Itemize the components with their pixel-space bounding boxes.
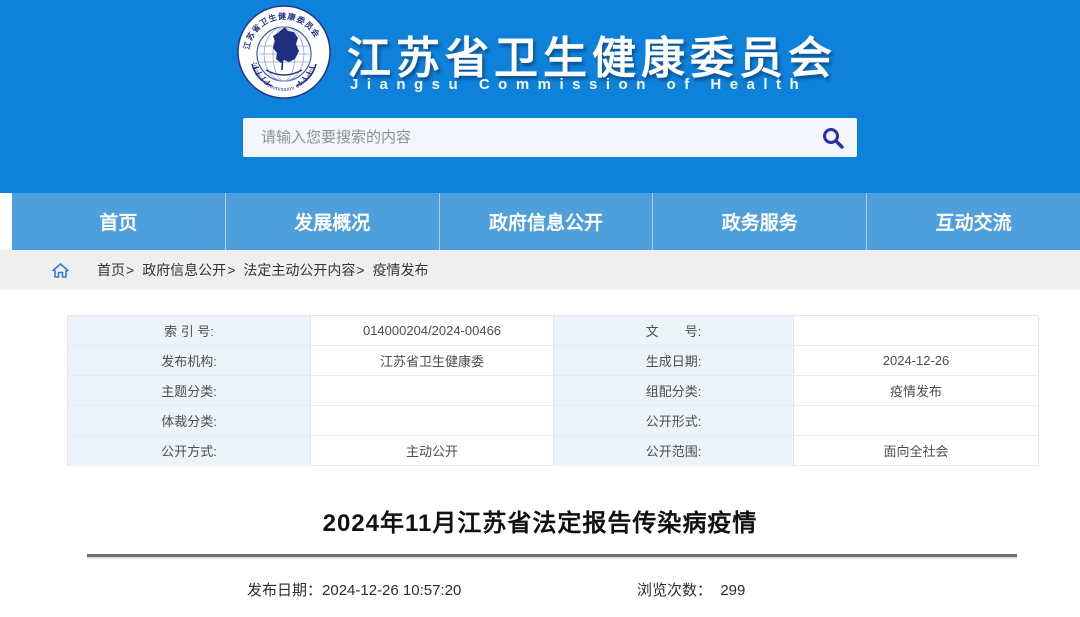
meta-label-gen-date: 生成日期: (554, 346, 794, 376)
meta-value-index-no: 014000204/2024-00466 (311, 316, 554, 346)
publish-date-value: 2024-12-26 10:57:20 (322, 582, 461, 599)
meta-value-open-method: 主动公开 (311, 436, 554, 466)
meta-label-open-scope: 公开范围: (554, 436, 794, 466)
meta-value-genre-class (311, 406, 554, 436)
publish-date: 发布日期：2024-12-26 10:57:20 (247, 579, 461, 600)
search-button[interactable] (809, 118, 857, 157)
document-meta-table: 索 引 号: 014000204/2024-00466 文 号: 发布机构: 江… (67, 315, 1038, 466)
site-logo-emblem-icon[interactable]: 江苏省卫生健康委员会 Jiangsu Commission of Health (236, 4, 332, 100)
title-divider (87, 554, 1017, 557)
meta-value-open-scope: 面向全社会 (794, 436, 1039, 466)
meta-value-doc-no (794, 316, 1039, 346)
nav-item-gov-info[interactable]: 政府信息公开 (439, 193, 653, 250)
site-subtitle: Jiangsu Commission of Health (350, 76, 807, 93)
nav-item-interaction[interactable]: 互动交流 (866, 193, 1080, 250)
nav-item-services[interactable]: 政务服务 (652, 193, 866, 250)
nav-item-overview[interactable]: 发展概况 (225, 193, 439, 250)
breadcrumb-item-gov-info[interactable]: 政府信息公开 (142, 260, 226, 280)
breadcrumb-item-epidemic[interactable]: 疫情发布 (373, 260, 429, 280)
meta-label-topic-class: 主题分类: (68, 376, 311, 406)
view-count-value: 299 (720, 582, 745, 599)
meta-label-publisher: 发布机构: (68, 346, 311, 376)
meta-label-open-form: 公开形式: (554, 406, 794, 436)
breadcrumb-separator: > (126, 262, 134, 278)
breadcrumb-item-home[interactable]: 首页 (97, 260, 125, 280)
article-meta-row: 发布日期：2024-12-26 10:57:20 浏览次数： 299 (0, 579, 1080, 601)
main-nav: 首页 发展概况 政府信息公开 政务服务 互动交流 (12, 193, 1080, 250)
breadcrumb-separator: > (227, 262, 235, 278)
meta-value-topic-class (311, 376, 554, 406)
breadcrumb-item-statutory[interactable]: 法定主动公开内容 (243, 260, 355, 280)
breadcrumb-separator: > (356, 262, 364, 278)
meta-value-gen-date: 2024-12-26 (794, 346, 1039, 376)
nav-item-home[interactable]: 首页 (12, 193, 225, 250)
publish-date-label: 发布日期： (247, 582, 322, 599)
meta-label-open-method: 公开方式: (68, 436, 311, 466)
meta-value-publisher: 江苏省卫生健康委 (311, 346, 554, 376)
meta-value-open-form (794, 406, 1039, 436)
article-title: 2024年11月江苏省法定报告传染病疫情 (0, 503, 1080, 538)
search-bar (243, 118, 857, 157)
view-count: 浏览次数： 299 (637, 579, 745, 600)
meta-value-group-class: 疫情发布 (794, 376, 1039, 406)
site-header: 江苏省卫生健康委员会 Jiangsu Commission of Health … (0, 0, 1080, 193)
magnifier-icon (821, 126, 845, 150)
meta-label-group-class: 组配分类: (554, 376, 794, 406)
search-input[interactable] (243, 118, 809, 157)
breadcrumb: 首页 > 政府信息公开 > 法定主动公开内容 > 疫情发布 (0, 250, 1080, 290)
house-icon[interactable] (52, 263, 69, 278)
view-count-label: 浏览次数： (637, 582, 720, 599)
meta-label-genre-class: 体裁分类: (68, 406, 311, 436)
page: 江苏省卫生健康委员会 Jiangsu Commission of Health … (0, 0, 1080, 617)
meta-label-index-no: 索 引 号: (68, 316, 311, 346)
meta-label-doc-no: 文 号: (554, 316, 794, 346)
